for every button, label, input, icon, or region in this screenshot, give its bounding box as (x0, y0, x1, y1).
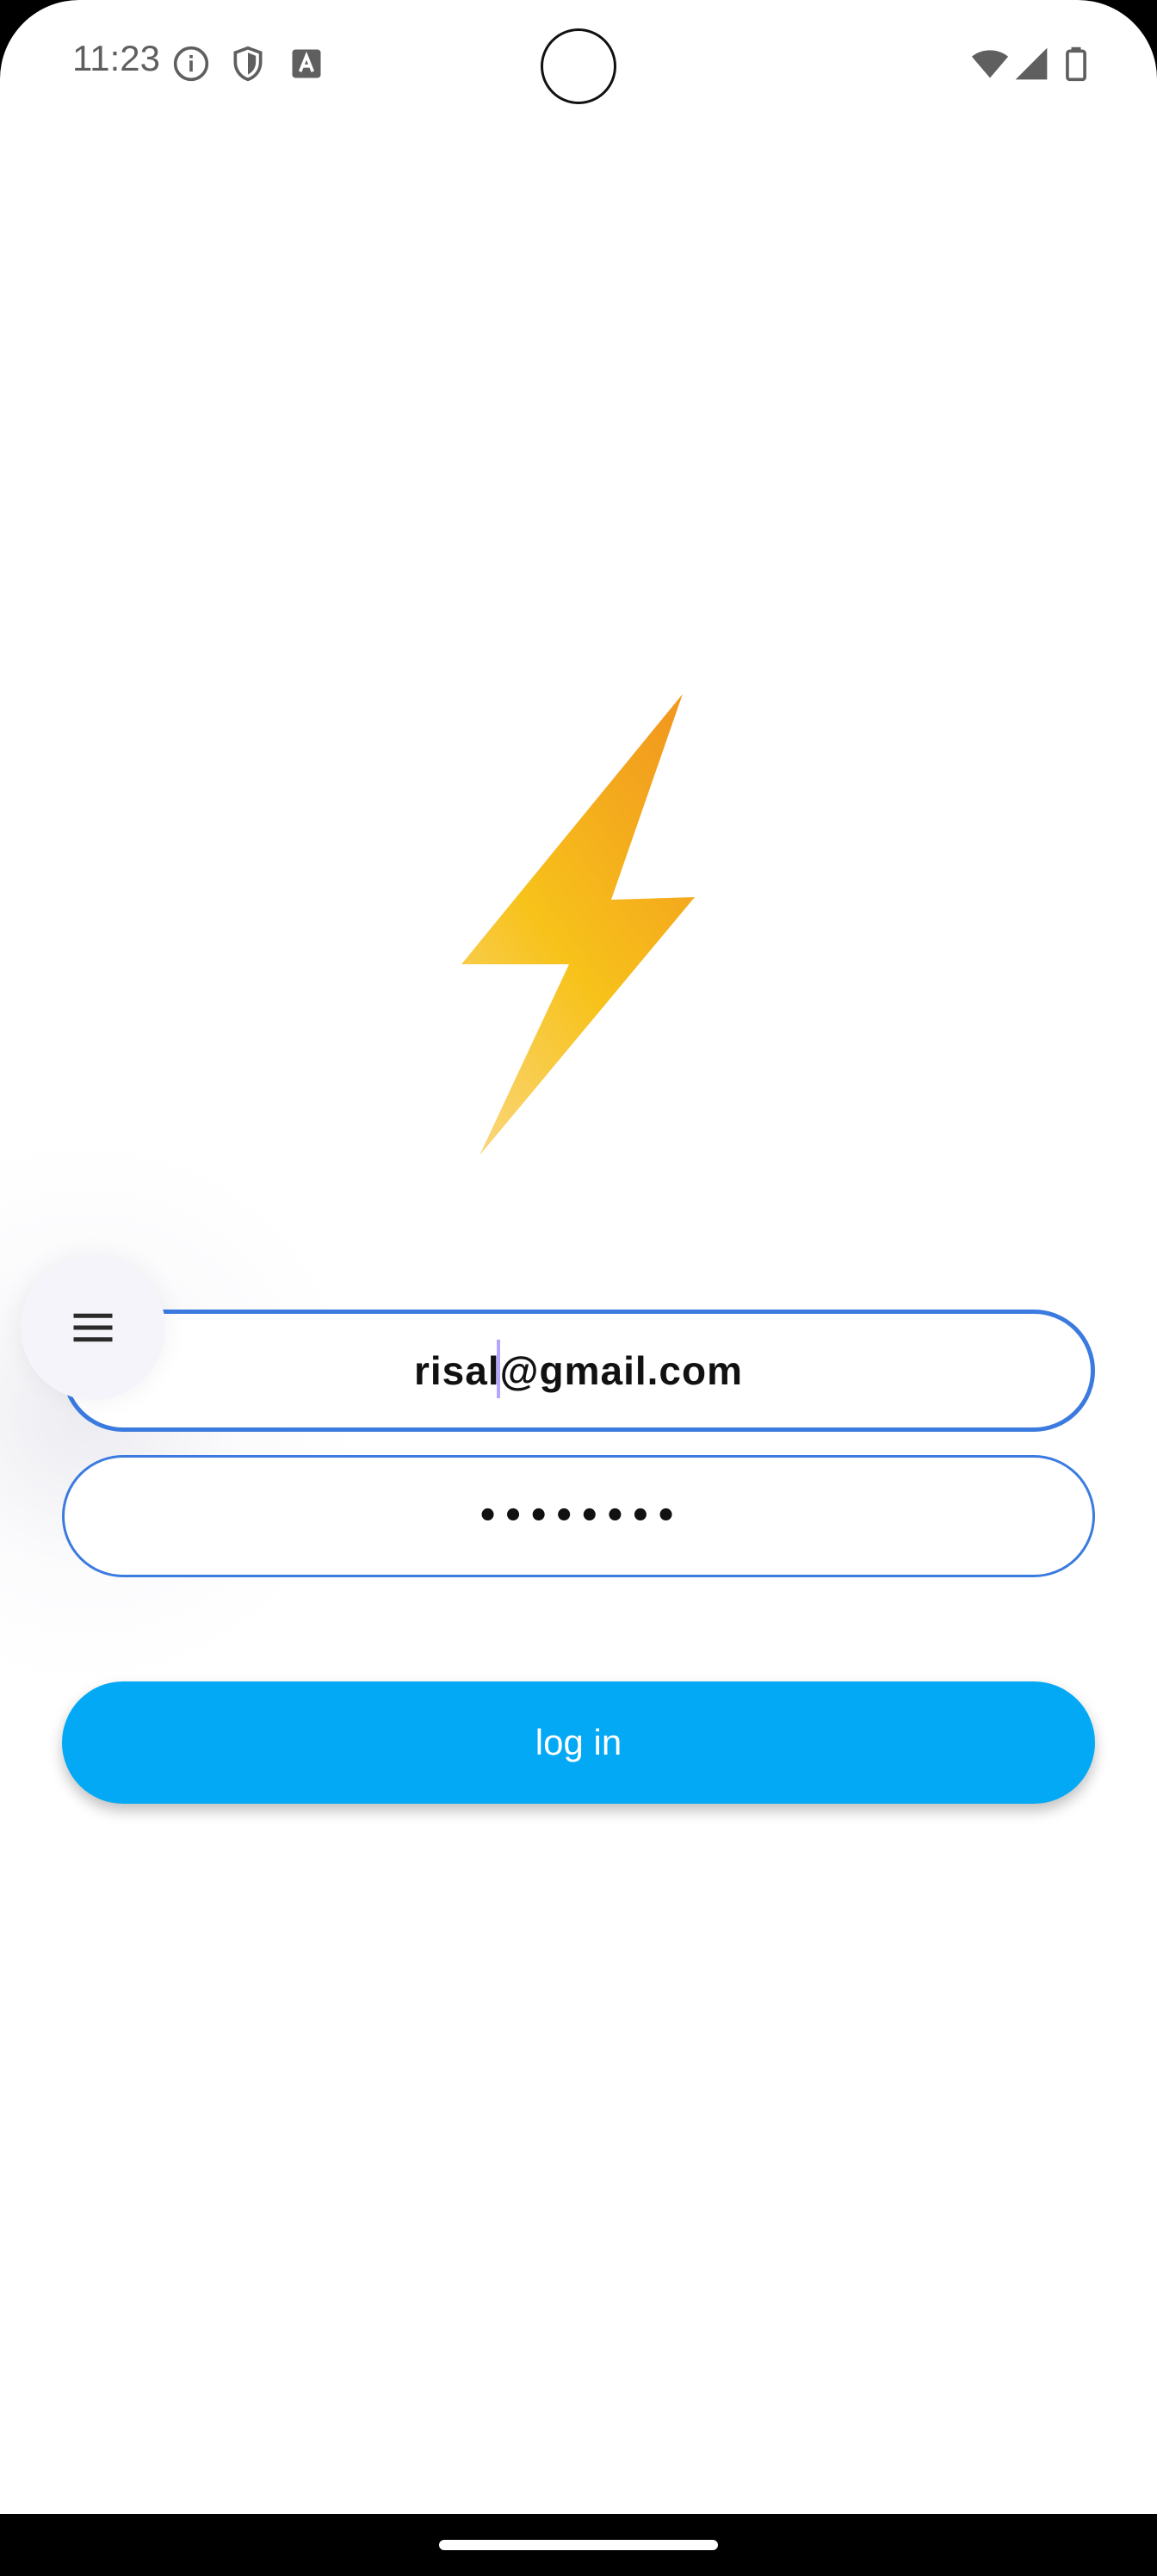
login-screen: 11:23 risal@gmail.com •••••••• log in (0, 0, 1157, 2576)
hamburger-menu-icon (73, 1313, 113, 1342)
home-indicator[interactable] (439, 2540, 718, 2550)
password-field[interactable]: •••••••• (62, 1455, 1095, 1577)
wifi-icon (971, 50, 1009, 78)
info-icon (173, 46, 209, 82)
email-field[interactable]: risal@gmail.com (62, 1310, 1095, 1432)
battery-icon (1066, 46, 1086, 82)
email-value: risal@gmail.com (414, 1348, 743, 1393)
floating-menu-button[interactable] (21, 1255, 165, 1400)
login-button-label: log in (535, 1722, 622, 1762)
font-icon (292, 49, 321, 78)
status-time: 11:23 (72, 38, 160, 78)
text-cursor (497, 1340, 500, 1398)
camera-cutout (541, 28, 616, 104)
password-value: •••••••• (476, 1496, 681, 1536)
signal-icon (1015, 47, 1048, 80)
status-bar: 11:23 (0, 0, 1157, 129)
lightning-bolt-icon (461, 694, 695, 1155)
login-button[interactable]: log in (62, 1681, 1095, 1804)
shield-icon (233, 46, 263, 82)
